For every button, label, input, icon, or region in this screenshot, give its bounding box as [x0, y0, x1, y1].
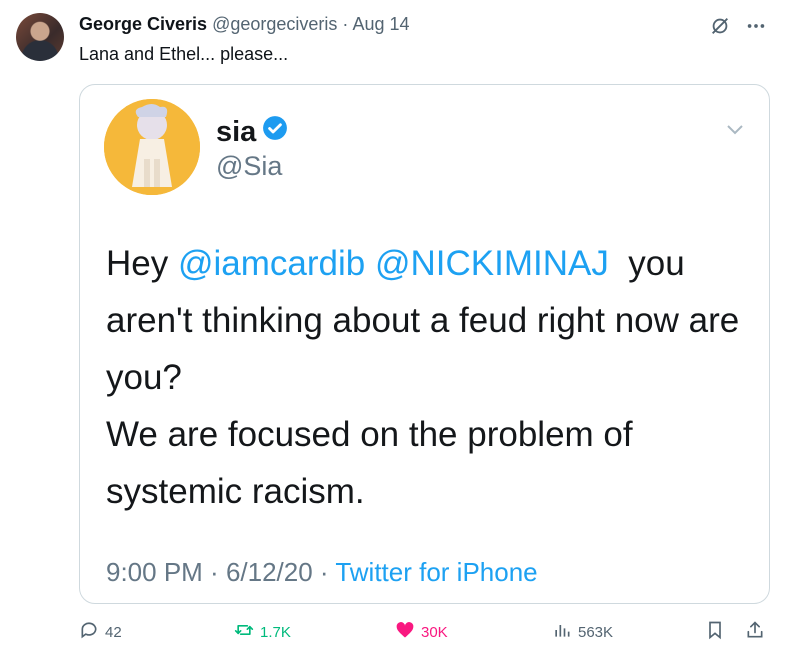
mention-cardib: @iamcardib: [177, 244, 366, 283]
mention-nickiminaj: @NICKIMINAJ: [374, 244, 609, 283]
embedded-author-name: sia: [216, 115, 288, 149]
author-name[interactable]: George Civeris: [79, 14, 207, 34]
views-button[interactable]: 563K: [552, 620, 613, 644]
embedded-meta: 9:00 PM · 6/12/20 · Twitter for iPhone: [106, 557, 538, 588]
grok-icon[interactable]: [708, 14, 732, 38]
share-button[interactable]: [745, 620, 765, 644]
embedded-tweet-image[interactable]: sia @Sia Hey @iamcardib @NICKIMINAJ you …: [79, 84, 770, 604]
body-space: [365, 244, 375, 283]
views-icon: [552, 620, 572, 644]
tweet-text: Lana and Ethel... please...: [79, 44, 289, 64]
verified-badge-icon: [262, 115, 288, 149]
separator-dot: ·: [342, 14, 349, 34]
embedded-sep-2: ·: [312, 557, 336, 587]
tweet-header: George Civeris @georgeciveris · Aug 14: [79, 14, 410, 35]
body-prefix: Hey: [106, 244, 178, 283]
embedded-author-handle: @Sia: [216, 151, 283, 181]
retweet-icon: [234, 620, 254, 644]
embedded-time: 9:00 PM: [106, 557, 203, 587]
share-icon: [745, 620, 765, 644]
sia-avatar: [104, 99, 200, 195]
embedded-source: Twitter for iPhone: [335, 557, 538, 587]
author-handle[interactable]: @georgeciveris: [212, 14, 337, 34]
tweet-actions: 42 1.7K 30K 563K: [79, 620, 769, 644]
reply-button[interactable]: 42: [79, 620, 122, 644]
like-button[interactable]: 30K: [395, 620, 448, 644]
heart-icon: [395, 620, 415, 644]
body-line2: We are focused on the problem of systemi…: [106, 415, 633, 511]
tweet-date[interactable]: Aug 14: [352, 14, 409, 34]
bookmark-icon: [705, 620, 725, 644]
views-count: 563K: [578, 623, 614, 641]
chevron-down-icon: [723, 117, 747, 141]
more-options-icon[interactable]: [744, 14, 768, 38]
bookmark-button[interactable]: [705, 620, 725, 644]
embedded-sep-1: ·: [202, 557, 226, 587]
retweet-count: 1.7K: [260, 623, 291, 641]
reply-icon: [79, 620, 99, 644]
tweet-top-icons: [708, 14, 768, 38]
retweet-button[interactable]: 1.7K: [234, 620, 291, 644]
embedded-date: 6/12/20: [225, 557, 313, 587]
reply-count: 42: [105, 623, 122, 641]
embedded-tweet-body: Hey @iamcardib @NICKIMINAJ you aren't th…: [106, 235, 746, 520]
like-count: 30K: [421, 623, 448, 641]
embedded-name-text: sia: [216, 115, 257, 148]
author-avatar[interactable]: [16, 13, 64, 61]
